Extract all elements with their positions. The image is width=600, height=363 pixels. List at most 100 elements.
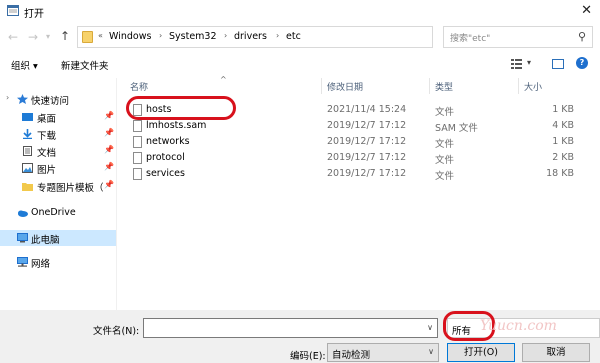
annotation-highlight — [126, 96, 236, 120]
sidebar-item-label: OneDrive — [31, 207, 76, 218]
file-date: 2019/12/7 17:12 — [327, 152, 407, 163]
file-size: 1 KB — [552, 104, 574, 115]
file-date: 2021/11/4 15:24 — [327, 104, 407, 115]
pane-divider[interactable] — [116, 78, 117, 310]
pin-icon[interactable]: 📌 — [104, 162, 114, 171]
pin-icon[interactable]: 📌 — [104, 128, 114, 137]
sidebar-item-label: 图片 — [37, 165, 57, 176]
file-type: 文件 — [435, 107, 455, 118]
column-header-date[interactable]: 修改日期 — [327, 80, 363, 93]
picture-icon — [22, 163, 33, 173]
desktop-icon — [22, 113, 33, 121]
organize-button[interactable]: 组织 ▾ — [11, 58, 38, 72]
table-row[interactable]: protocol 2019/12/7 17:12 文件 2 KB — [120, 150, 598, 166]
column-divider[interactable] — [518, 78, 519, 94]
file-icon — [133, 120, 142, 132]
encoding-value: 自动检测 — [332, 350, 371, 361]
download-icon — [23, 129, 32, 139]
sidebar-item-desktop[interactable]: 桌面 📌 — [0, 109, 116, 125]
view-options-icon[interactable] — [511, 59, 522, 69]
file-size: 4 KB — [552, 120, 574, 131]
notepad-icon — [7, 5, 19, 16]
file-size: 2 KB — [552, 152, 574, 163]
network-icon — [17, 257, 28, 267]
navigation-pane: › 快速访问 桌面 📌 下载 📌 文档 📌 图片 📌 专题图片模板（ 📌 One… — [0, 82, 116, 310]
file-type: 文件 — [435, 139, 455, 150]
sidebar-item-documents[interactable]: 文档 📌 — [0, 143, 116, 159]
file-name: networks — [146, 136, 190, 147]
preview-pane-icon[interactable] — [552, 59, 564, 69]
column-header-type[interactable]: 类型 — [435, 80, 453, 93]
sidebar-item-label: 此电脑 — [31, 235, 60, 246]
chevron-down-icon[interactable]: ▾ — [527, 58, 531, 67]
help-icon[interactable]: ? — [576, 57, 588, 69]
address-bar[interactable]: « Windows › System32 › drivers › etc ∨ ↻ — [77, 26, 500, 48]
file-name: services — [146, 168, 185, 179]
filename-field[interactable]: ∨ — [143, 318, 438, 338]
chevron-right-icon[interactable]: › — [224, 31, 227, 40]
column-header-size[interactable]: 大小 — [524, 80, 542, 93]
computer-icon — [17, 233, 28, 243]
sidebar-item-label: 下载 — [37, 131, 57, 142]
folder-icon — [22, 183, 33, 191]
table-row[interactable]: lmhosts.sam 2019/12/7 17:12 SAM 文件 4 KB — [120, 118, 598, 134]
window-title: 打开 — [24, 9, 44, 20]
search-icon[interactable]: ⚲ — [578, 30, 586, 43]
sidebar-item-label: 快速访问 — [31, 96, 70, 107]
chevron-down-icon[interactable]: ∨ — [428, 347, 434, 356]
breadcrumb-system32[interactable]: System32 — [169, 31, 217, 42]
pin-icon[interactable]: 📌 — [104, 145, 114, 154]
forward-icon[interactable]: → — [28, 30, 38, 44]
toolbar: 组织 ▾ 新建文件夹 ▾ ? — [0, 52, 600, 78]
chevron-right-icon[interactable]: › — [159, 31, 162, 40]
close-icon[interactable]: ✕ — [581, 3, 592, 18]
breadcrumb-windows[interactable]: Windows — [109, 31, 151, 42]
sidebar-item-onedrive[interactable]: OneDrive — [0, 205, 116, 221]
sort-ascending-icon: ^ — [220, 75, 227, 84]
sidebar-item-template-folder[interactable]: 专题图片模板（ 📌 — [0, 178, 116, 194]
search-input[interactable]: 搜索"etc" ⚲ — [443, 26, 593, 48]
sidebar-item-downloads[interactable]: 下载 📌 — [0, 126, 116, 142]
sidebar-item-quick-access[interactable]: › 快速访问 — [0, 91, 116, 107]
column-divider[interactable] — [429, 78, 430, 94]
folder-icon — [82, 31, 93, 43]
file-icon — [133, 152, 142, 164]
sidebar-item-label: 网络 — [31, 259, 51, 270]
sidebar-item-pictures[interactable]: 图片 📌 — [0, 160, 116, 176]
encoding-label: 编码(E): — [290, 351, 326, 362]
file-size: 1 KB — [552, 136, 574, 147]
breadcrumb-etc[interactable]: etc — [286, 31, 301, 42]
cloud-icon — [18, 210, 28, 217]
encoding-select[interactable]: 自动检测 ∨ — [327, 343, 439, 362]
chevron-down-icon[interactable]: ∨ — [427, 323, 433, 332]
sidebar-item-network[interactable]: 网络 — [0, 254, 116, 270]
watermark: Yuucn.com — [480, 318, 598, 346]
file-date: 2019/12/7 17:12 — [327, 120, 407, 131]
recent-dropdown-icon[interactable]: ▾ — [46, 32, 50, 41]
file-date: 2019/12/7 17:12 — [327, 136, 407, 147]
chevron-down-icon[interactable]: › — [6, 93, 17, 103]
breadcrumb-drivers[interactable]: drivers — [234, 31, 267, 42]
pin-icon[interactable]: 📌 — [104, 111, 114, 120]
back-icon[interactable]: ← — [8, 30, 18, 44]
pin-icon[interactable]: 📌 — [104, 180, 114, 189]
overflow-chevron-icon[interactable]: « — [98, 31, 103, 40]
column-headers: ^ 名称 修改日期 类型 大小 — [120, 75, 598, 94]
file-date: 2019/12/7 17:12 — [327, 168, 407, 179]
up-icon[interactable]: ↑ — [60, 29, 70, 43]
file-type: SAM 文件 — [435, 123, 478, 134]
title-bar: 打开 ✕ — [0, 0, 600, 22]
column-header-name[interactable]: 名称 — [130, 80, 148, 93]
file-name: protocol — [146, 152, 185, 163]
column-divider[interactable] — [321, 78, 322, 94]
file-icon — [133, 136, 142, 148]
sidebar-item-label: 专题图片模板（ — [37, 183, 104, 194]
new-folder-button[interactable]: 新建文件夹 — [61, 58, 109, 72]
file-type: 文件 — [435, 155, 455, 166]
file-size: 18 KB — [546, 168, 574, 179]
table-row[interactable]: networks 2019/12/7 17:12 文件 1 KB — [120, 134, 598, 150]
address-row: ← → ▾ ↑ « Windows › System32 › drivers ›… — [0, 24, 600, 50]
chevron-right-icon[interactable]: › — [276, 31, 279, 40]
sidebar-item-this-pc[interactable]: 此电脑 — [0, 230, 116, 246]
table-row[interactable]: services 2019/12/7 17:12 文件 18 KB — [120, 166, 598, 182]
